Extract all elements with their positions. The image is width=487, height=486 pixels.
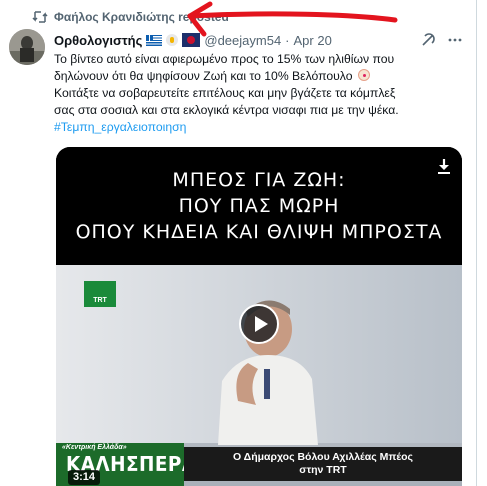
avatar[interactable] (9, 29, 45, 65)
repost-icon (32, 11, 48, 23)
author-handle[interactable]: @deejaym54 (204, 33, 281, 48)
timeline-border (476, 0, 477, 486)
lower-third-line: στην TRT (299, 464, 347, 476)
tweet-text-line: δηλώνουν ότι θα ψηφίσουν Ζωή και το 10% … (54, 68, 474, 85)
clown-emoji-icon (357, 69, 370, 81)
tweet-text-line: σας στα σοσιαλ και στα εκλογικά κέντρα ν… (54, 103, 399, 117)
tweet-header: Ορθολογιστής @deejaym54 · Apr 20 (54, 31, 332, 49)
lower-third-line: Ο Δήμαρχος Βόλου Αχιλλέας Μπέος (232, 451, 414, 463)
verified-badge-icon (166, 34, 179, 46)
tweet-text-line: Κοιτάξτε να σοβαρευτείτε επιτέλους και μ… (54, 86, 396, 100)
video-frame: TRT «Κεντρική Ελλάδα» ΚΑΛΗΣΠΕΡΑ Ο Δήμαρχ… (56, 265, 462, 486)
channel-logo: TRT (84, 281, 116, 307)
video-caption: ΜΠΕΟΣ ΓΙΑ ΖΩΗ: ΠΟΥ ΠΑΣ ΜΩΡΗ ΟΠΟΥ ΚΗΔΕΙΑ … (56, 147, 462, 265)
avatar-image (9, 29, 45, 65)
caption-line: ΟΠΟΥ ΚΗΔΕΙΑ ΚΑΙ ΘΛΙΨΗ ΜΠΡΟΣΤΑ (75, 221, 443, 243)
lower-third-title: Ο Δήμαρχος Βόλου Αχιλλέας Μπέος στην TRT (184, 447, 462, 481)
emblem-icon (182, 33, 201, 47)
tweet-text-line: Το βίντεο αυτό είναι αφιερωμένο προς το … (54, 52, 395, 66)
lower-third: «Κεντρική Ελλάδα» ΚΑΛΗΣΠΕΡΑ Ο Δήμαρχος Β… (56, 443, 462, 486)
hashtag-link[interactable]: #Τεμπη_εργαλειοποιηση (54, 120, 186, 134)
download-icon[interactable] (435, 157, 453, 175)
play-icon[interactable] (239, 304, 279, 344)
grok-icon[interactable] (420, 32, 436, 48)
video-duration: 3:14 (68, 470, 101, 485)
caption-line: ΜΠΕΟΣ ΓΙΑ ΖΩΗ: (172, 169, 346, 191)
tweet-text-span: δηλώνουν ότι θα ψηφίσουν Ζωή και το 10% … (54, 69, 353, 83)
greek-flag-icon (146, 34, 163, 46)
separator: · (285, 32, 290, 48)
tweet-date[interactable]: Apr 20 (294, 33, 332, 48)
author-name[interactable]: Ορθολογιστής (54, 33, 142, 48)
video-player[interactable]: ΜΠΕΟΣ ΓΙΑ ΖΩΗ: ΠΟΥ ΠΑΣ ΜΩΡΗ ΟΠΟΥ ΚΗΔΕΙΑ … (56, 147, 462, 486)
tweet-text: Το βίντεο αυτό είναι αφιερωμένο προς το … (54, 51, 474, 136)
more-icon[interactable] (447, 32, 463, 48)
region-label: «Κεντρική Ελλάδα» (62, 444, 127, 451)
caption-line: ΠΟΥ ΠΑΣ ΜΩΡΗ (178, 195, 340, 217)
